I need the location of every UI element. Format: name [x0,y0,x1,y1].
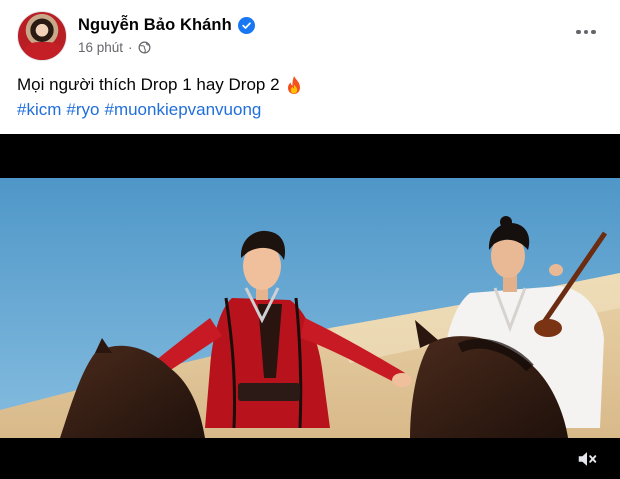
globe-icon[interactable] [138,41,151,54]
post-text: Mọi người thích Drop 1 hay Drop 2 #kicm #… [17,72,303,122]
more-options-icon [583,29,589,35]
video-still-image [0,178,620,438]
video-frame[interactable] [0,178,620,438]
post-caption: Mọi người thích Drop 1 hay Drop 2 [17,75,280,94]
hashtag-link[interactable]: #muonkiepvanvuong [104,100,261,119]
author-row: Nguyễn Bảo Khánh [78,14,255,36]
more-options-icon [591,29,596,35]
author-avatar[interactable] [17,11,67,61]
author-name[interactable]: Nguyễn Bảo Khánh [78,16,232,35]
video-controls [0,438,620,479]
verified-badge-icon [237,16,255,34]
post-header: Nguyễn Bảo Khánh 16 phút · [0,0,620,64]
post-time[interactable]: 16 phút [78,40,123,55]
muted-speaker-icon[interactable] [576,448,598,470]
meta-separator: · [128,39,133,55]
more-options-icon [576,29,581,35]
hashtag-link[interactable]: #kicm [17,100,61,119]
caption-line: Mọi người thích Drop 1 hay Drop 2 [17,72,303,97]
more-options-button[interactable] [568,20,604,44]
post-meta: 16 phút · [78,38,151,56]
video-player[interactable] [0,134,620,479]
fire-icon [287,75,300,94]
hashtag-link[interactable]: #ryo [66,100,99,119]
hashtag-list: #kicm #ryo #muonkiepvanvuong [17,97,303,122]
